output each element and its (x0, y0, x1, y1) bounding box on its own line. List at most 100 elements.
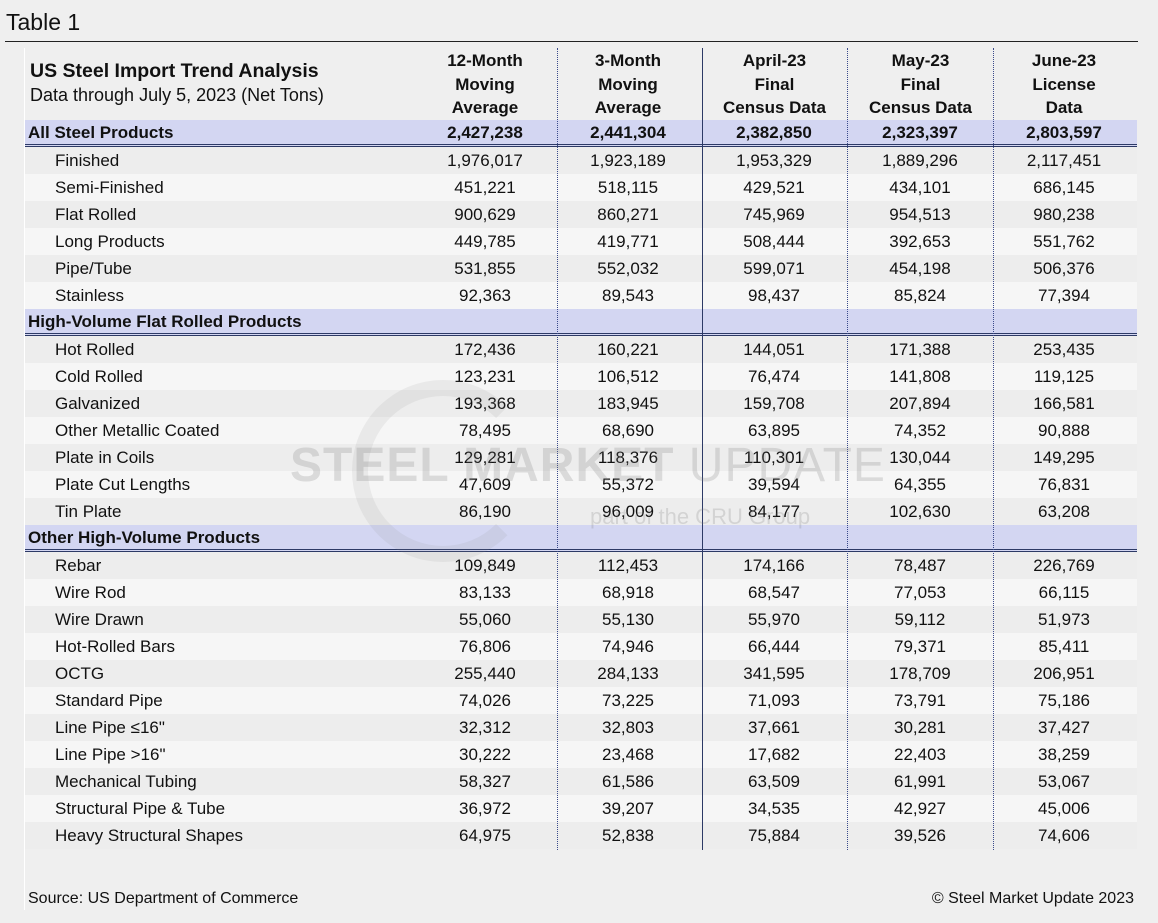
value-cell: 518,115 (597, 178, 659, 197)
value-cell: 30,222 (459, 745, 511, 764)
value-cell: 17,682 (748, 745, 800, 764)
value-cell: 419,771 (597, 232, 659, 251)
value-cell: 110,301 (743, 448, 805, 467)
row-label: Galvanized (55, 394, 141, 413)
value-cell: 63,509 (748, 772, 800, 791)
value-cell: 61,586 (602, 772, 654, 791)
table-header: US Steel Import Trend Analysis Data thro… (25, 48, 1137, 120)
value-cell: 23,468 (602, 745, 654, 764)
table-row: Galvanized 193,368 183,945 159,708 207,894 16… (25, 390, 1137, 417)
value-cell: 149,295 (1033, 448, 1095, 467)
section-row: High-Volume Flat Rolled Products (25, 309, 1137, 336)
value-cell: 102,630 (889, 502, 951, 521)
import-trend-table: US Steel Import Trend Analysis Data thro… (25, 48, 1137, 849)
column-header-line: Data (1045, 98, 1083, 117)
column-header-line: 3-Month (594, 51, 662, 70)
column-header-12-month: 12-Month Moving Average (420, 49, 550, 120)
value-cell: 284,133 (597, 664, 659, 683)
value-cell: 89,543 (602, 286, 654, 305)
value-cell: 32,312 (459, 718, 511, 737)
value-cell: 207,894 (889, 394, 951, 413)
value-cell: 171,388 (889, 340, 951, 359)
value-cell: 66,115 (1038, 583, 1090, 602)
value-cell: 159,708 (743, 394, 805, 413)
value-cell: 84,177 (748, 502, 800, 521)
row-label: Heavy Structural Shapes (55, 826, 244, 845)
value-cell: 59,112 (894, 610, 946, 629)
column-header-line: June-23 (1031, 51, 1097, 70)
value-cell: 42,927 (894, 799, 946, 818)
value-cell: 86,190 (459, 502, 511, 521)
column-header-line: May-23 (891, 51, 950, 70)
value-cell: 58,327 (459, 772, 511, 791)
value-cell: 36,972 (459, 799, 511, 818)
value-cell: 1,953,329 (736, 151, 812, 170)
value-cell: 74,352 (894, 421, 946, 440)
value-cell: 66,444 (748, 637, 800, 656)
value-cell: 75,186 (1038, 691, 1090, 710)
value-cell: 860,271 (597, 205, 659, 224)
value-cell: 76,806 (459, 637, 511, 656)
column-divider (702, 48, 703, 850)
section-label: All Steel Products (28, 123, 174, 142)
value-cell: 30,281 (894, 718, 946, 737)
column-header-line: Moving (598, 74, 658, 94)
source-note: Source: US Department of Commerce (28, 890, 299, 907)
value-cell: 22,403 (894, 745, 946, 764)
value-cell: 32,803 (602, 718, 654, 737)
column-header-line: Average (451, 98, 519, 117)
row-label: Flat Rolled (55, 205, 137, 224)
value-cell: 64,975 (459, 826, 511, 845)
value-cell: 253,435 (1033, 340, 1095, 359)
table-row: Line Pipe ≤16" 32,312 32,803 37,661 30,281 37… (25, 714, 1137, 741)
value-cell: 2,803,597 (1026, 123, 1102, 142)
value-cell: 1,889,296 (882, 151, 958, 170)
column-header-line: Census Data (723, 98, 826, 117)
value-cell: 64,355 (894, 475, 946, 494)
value-cell: 73,225 (602, 691, 654, 710)
value-cell: 434,101 (889, 178, 951, 197)
value-cell: 599,071 (743, 259, 805, 278)
value-cell: 109,849 (454, 556, 516, 575)
table-row: Standard Pipe 74,026 73,225 71,093 73,791 75,… (25, 687, 1137, 714)
value-cell: 96,009 (602, 502, 654, 521)
column-divider (993, 48, 994, 850)
row-label: Plate Cut Lengths (55, 475, 191, 494)
table-body: All Steel Products 2,427,238 2,441,304 2,38… (25, 120, 1137, 849)
table-row: Pipe/Tube 531,855 552,032 599,071 454,198 506… (25, 255, 1137, 282)
value-cell: 166,581 (1033, 394, 1095, 413)
value-cell: 63,895 (748, 421, 800, 440)
table-row: Rebar 109,849 112,453 174,166 78,487 226,769 (25, 552, 1137, 579)
value-cell: 55,130 (602, 610, 654, 629)
row-label: Rebar (55, 556, 102, 575)
value-cell: 226,769 (1033, 556, 1095, 575)
table-row: Mechanical Tubing 58,327 61,586 63,509 61,99… (25, 768, 1137, 795)
row-label: Cold Rolled (55, 367, 143, 386)
value-cell: 506,376 (1033, 259, 1095, 278)
value-cell: 77,394 (1038, 286, 1090, 305)
value-cell: 129,281 (454, 448, 516, 467)
value-cell: 745,969 (743, 205, 805, 224)
value-cell: 92,363 (459, 286, 511, 305)
column-header-line: Final (900, 74, 941, 94)
value-cell: 112,453 (597, 556, 659, 575)
value-cell: 76,831 (1038, 475, 1090, 494)
table-row: Finished 1,976,017 1,923,189 1,953,329 1,889… (25, 147, 1137, 174)
value-cell: 144,051 (743, 340, 805, 359)
value-cell: 39,526 (894, 826, 946, 845)
column-header-april: April-23 Final Census Data (707, 49, 842, 120)
column-header-line: Census Data (869, 98, 972, 117)
value-cell: 130,044 (889, 448, 951, 467)
value-cell: 106,512 (597, 367, 659, 386)
row-label: Mechanical Tubing (55, 772, 197, 791)
value-cell: 451,221 (454, 178, 516, 197)
value-cell: 2,441,304 (590, 123, 666, 142)
table-row: Long Products 449,785 419,771 508,444 392,65… (25, 228, 1137, 255)
value-cell: 68,690 (602, 421, 654, 440)
value-cell: 63,208 (1038, 502, 1090, 521)
value-cell: 45,006 (1038, 799, 1090, 818)
column-divider (847, 48, 848, 850)
section-label: Other High-Volume Products (28, 528, 261, 547)
value-cell: 2,323,397 (882, 123, 958, 142)
value-cell: 79,371 (894, 637, 946, 656)
